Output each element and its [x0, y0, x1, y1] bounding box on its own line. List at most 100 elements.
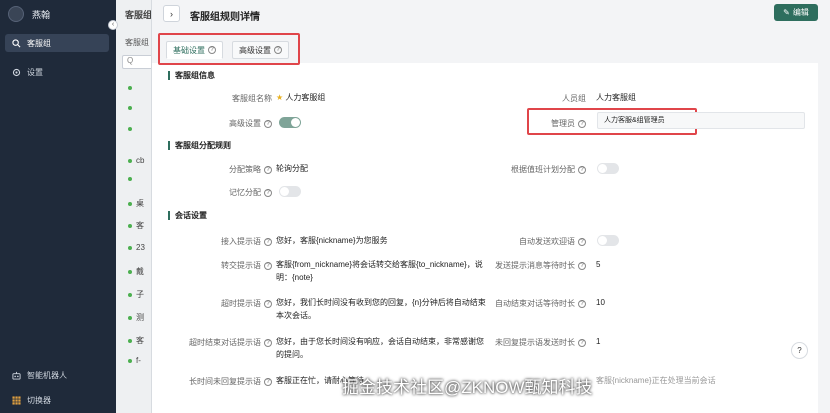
partial-right-value: 客服{nickname}正在处理当前会话 — [596, 376, 716, 385]
grid-icon — [11, 395, 21, 405]
gear-icon — [11, 67, 21, 77]
list-item[interactable]: cb — [128, 156, 144, 165]
help-button[interactable]: ? — [791, 342, 808, 359]
list-item[interactable]: 客 — [128, 335, 144, 346]
edit-icon: ✎ — [783, 8, 790, 17]
drawer-header: › 客服组规则详情 ✎ 编辑 — [152, 0, 830, 28]
group-rule-detail-drawer: › 客服组规则详情 ✎ 编辑 客服组信息 客服组名称 ★ 人力客服组 人员组 人… — [152, 0, 830, 413]
section-title-assign: 客服组分配规则 — [168, 141, 231, 150]
watermark: 掘金技术社区@ZKNOW甄知科技 — [342, 378, 593, 397]
help-icon: ? — [578, 299, 586, 308]
member-group-label: 人员组 — [562, 94, 586, 103]
sidebar-item-settings[interactable]: 设置 — [5, 63, 109, 81]
timeout-end-value: 您好，由于您长时间没有响应，会话自动结束，非常感谢您的提问。 — [276, 337, 484, 359]
advanced-setting-label: 高级设置 ? — [192, 118, 272, 129]
status-dot — [128, 106, 132, 110]
transfer-value: 客服{from_nickname}将会话转交给客服{to_nickname}，说… — [276, 260, 483, 282]
list-item[interactable]: 戴 — [128, 266, 144, 277]
help-icon: ? — [264, 237, 272, 246]
status-dot — [128, 358, 132, 363]
status-dot — [128, 223, 132, 228]
chevron-right-icon: › — [170, 8, 173, 19]
admin-field[interactable]: 人力客服&组管理员 — [597, 112, 805, 129]
sidebar-item-robot[interactable]: 智能机器人 — [5, 366, 109, 384]
status-dot — [128, 127, 132, 131]
auto-welcome-label: 自动发送欢迎语 ? — [482, 236, 586, 247]
close-drawer-button[interactable]: › — [163, 5, 180, 22]
strategy-value: 轮询分配 — [276, 164, 308, 173]
unreplied-value: 1 — [596, 337, 601, 346]
collapse-sidebar-button[interactable]: ‹ — [108, 20, 118, 30]
status-dot — [128, 315, 132, 320]
group-list-panel: 客服组 客服组 Q cb 桌 客 23 戴 子 测 客 f- — [116, 0, 152, 413]
auto-end-value: 10 — [596, 298, 605, 307]
transfer-label: 转交提示语 ? — [192, 260, 272, 271]
list-item[interactable] — [128, 106, 136, 110]
sidebar-item-groups[interactable]: 客服组 — [5, 34, 109, 52]
section-title-info: 客服组信息 — [168, 71, 215, 80]
detail-content: 客服组信息 客服组名称 ★ 人力客服组 人员组 人力客服组 高级设置 ? 管理员… — [152, 63, 818, 413]
sidebar-item-switcher[interactable]: 切换器 — [5, 391, 109, 409]
sidebar-item-label: 切换器 — [27, 395, 51, 405]
brand-name: 燕翰 — [32, 9, 51, 20]
schedule-toggle[interactable] — [597, 163, 619, 174]
list-item[interactable]: f- — [128, 356, 141, 365]
list-item[interactable]: 测 — [128, 312, 144, 323]
send-wait-value: 5 — [596, 260, 601, 269]
edit-button[interactable]: ✎ 编辑 — [774, 4, 818, 21]
help-icon: ? — [264, 188, 272, 197]
search-icon — [11, 38, 21, 48]
list-item[interactable]: 子 — [128, 289, 144, 300]
list-header: 客服组 — [125, 10, 152, 20]
tab-advanced-settings[interactable]: 高级设置 ? — [232, 41, 289, 59]
auto-end-label: 自动结束对话等待时长 ? — [472, 298, 586, 309]
auto-welcome-toggle[interactable] — [597, 235, 619, 246]
help-icon: ? — [208, 46, 216, 54]
status-dot — [128, 177, 132, 181]
sidebar-item-label: 设置 — [27, 67, 43, 77]
welcome-value: 您好，客服{nickname}为您服务 — [276, 236, 388, 245]
tab-basic-settings[interactable]: 基础设置 ? — [166, 41, 223, 59]
sidebar-item-label: 智能机器人 — [27, 370, 67, 380]
brand-logo — [8, 6, 24, 22]
status-dot — [128, 158, 132, 163]
list-item[interactable] — [128, 86, 136, 90]
status-dot — [128, 245, 132, 250]
timeout-value: 您好，我们长时间没有收到您的回复，{n}分钟后将自动结束本次会话。 — [276, 298, 486, 320]
group-name-value: ★ 人力客服组 — [276, 93, 326, 102]
list-item[interactable] — [128, 177, 136, 181]
member-group-value: 人力客服组 — [596, 93, 636, 102]
help-icon: ? — [274, 46, 282, 54]
status-dot — [128, 338, 132, 343]
help-icon: ? — [578, 165, 586, 174]
list-search-input[interactable]: Q — [122, 55, 151, 69]
admin-label: 管理员 ? — [532, 118, 586, 129]
status-dot — [128, 201, 132, 206]
list-item[interactable]: 桌 — [128, 198, 144, 209]
help-icon: ? — [578, 237, 586, 246]
help-icon: ? — [578, 338, 586, 347]
timeout-end-label: 超时结束对话提示语 ? — [162, 337, 272, 348]
send-wait-label: 发送提示消息等待时长 ? — [472, 260, 586, 271]
list-item[interactable] — [128, 127, 136, 131]
help-icon: ? — [264, 299, 272, 308]
status-dot — [128, 292, 132, 297]
group-name-label: 客服组名称 — [232, 94, 272, 103]
list-subheader: 客服组 — [125, 38, 149, 47]
page-title: 客服组规则详情 — [190, 12, 260, 23]
status-dot — [128, 86, 132, 90]
list-item[interactable]: 23 — [128, 243, 145, 252]
memory-label: 记忆分配 ? — [192, 187, 272, 198]
star-icon: ★ — [276, 93, 284, 102]
advanced-setting-toggle[interactable] — [279, 117, 301, 128]
timeout-label: 超时提示语 ? — [192, 298, 272, 309]
settings-tabs: 基础设置 ? 高级设置 ? — [158, 33, 300, 65]
strategy-label: 分配策略 ? — [192, 164, 272, 175]
help-icon: ? — [264, 261, 272, 270]
robot-icon — [11, 370, 21, 380]
welcome-label: 接入提示语 ? — [192, 236, 272, 247]
help-icon: ? — [578, 261, 586, 270]
memory-toggle[interactable] — [279, 186, 301, 197]
status-dot — [128, 269, 132, 274]
list-item[interactable]: 客 — [128, 220, 144, 231]
